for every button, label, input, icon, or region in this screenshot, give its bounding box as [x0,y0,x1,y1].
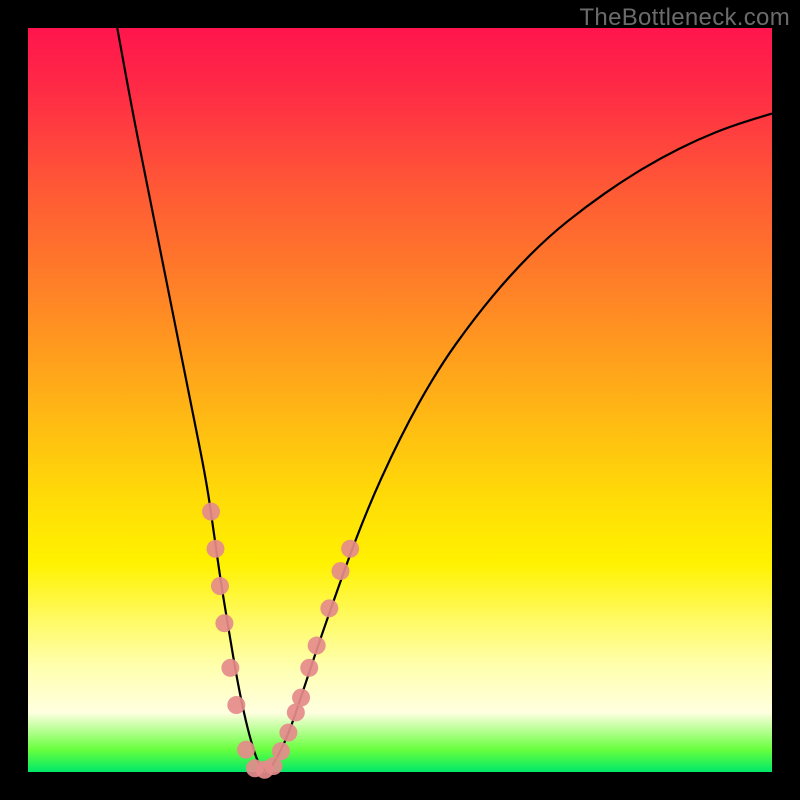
curve-marker [206,540,224,558]
plot-area [28,28,772,772]
curve-marker [272,742,290,760]
curve-marker [202,503,220,521]
chart-frame: TheBottleneck.com [0,0,800,800]
curve-marker [292,689,310,707]
chart-svg [28,28,772,772]
bottleneck-curve [117,28,772,770]
curve-marker [211,577,229,595]
curve-layer [117,28,772,770]
curve-marker [308,637,326,655]
curve-marker [331,562,349,580]
curve-markers [202,503,359,779]
curve-marker [300,659,318,677]
curve-marker [215,614,233,632]
watermark-text: TheBottleneck.com [579,4,790,32]
curve-marker [221,659,239,677]
curve-marker [227,696,245,714]
curve-marker [279,724,297,742]
curve-marker [341,540,359,558]
curve-marker [320,599,338,617]
curve-marker [237,741,255,759]
